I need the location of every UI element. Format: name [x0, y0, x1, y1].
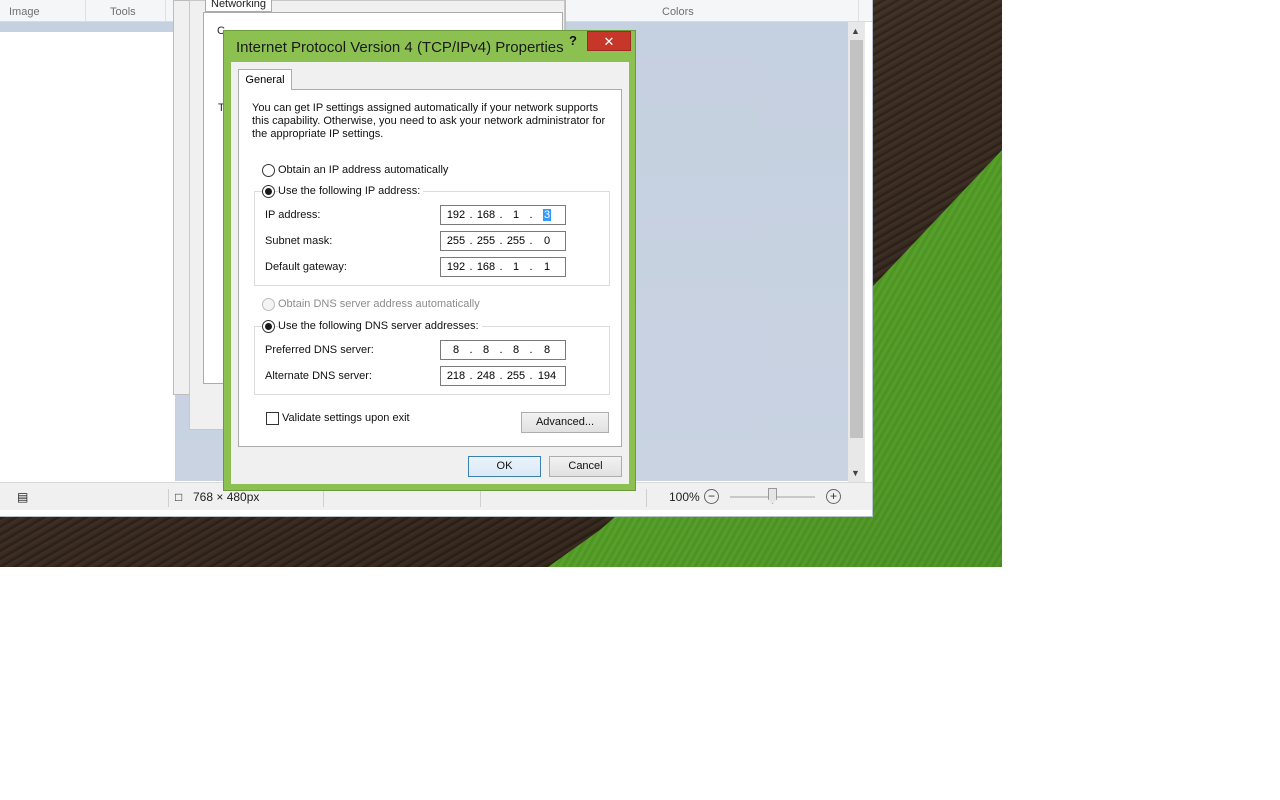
ip-manual-label[interactable]: Use the following IP address: — [278, 185, 424, 197]
octet-separator: . — [529, 261, 533, 273]
octet: 255 — [446, 235, 466, 247]
ribbon-group-image: Image — [9, 6, 40, 18]
octet-separator: . — [529, 209, 533, 221]
octet-separator: . — [499, 209, 503, 221]
octet: 255 — [506, 235, 526, 247]
octet-selected: 3 — [536, 209, 558, 221]
status-separator — [646, 489, 647, 507]
octet: 1 — [512, 261, 520, 273]
ok-button[interactable]: OK — [468, 456, 541, 477]
octet-separator: . — [529, 235, 533, 247]
zoom-level: 100% — [669, 490, 700, 504]
octet: 192 — [446, 261, 466, 273]
scroll-down-icon[interactable]: ▼ — [851, 468, 860, 478]
octet: 8 — [452, 344, 460, 356]
ipv4-properties-dialog: Internet Protocol Version 4 (TCP/IPv4) P… — [223, 30, 636, 491]
subnet-mask-field[interactable]: 255 . 255 . 255 . 0 — [440, 231, 566, 251]
ip-address-label: IP address: — [265, 209, 321, 221]
status-separator — [480, 489, 481, 507]
close-button[interactable]: ✕ — [587, 31, 631, 51]
dns-manual-radio[interactable] — [262, 320, 275, 333]
octet: 218 — [446, 370, 466, 382]
octet: 8 — [512, 344, 520, 356]
selected-octet-text: 3 — [542, 209, 552, 221]
advanced-button[interactable]: Advanced... — [521, 412, 609, 433]
octet-separator: . — [529, 344, 533, 356]
canvas-size-text: 768 × 480px — [193, 490, 260, 504]
subnet-mask-label: Subnet mask: — [265, 235, 333, 247]
octet-separator: . — [469, 209, 473, 221]
status-separator — [323, 489, 324, 507]
octet-separator: . — [469, 370, 473, 382]
octet-separator: . — [499, 344, 503, 356]
octet: 255 — [506, 370, 526, 382]
alternate-dns-label: Alternate DNS server: — [265, 370, 372, 382]
octet: 8 — [482, 344, 490, 356]
ip-address-field[interactable]: 192 . 168 . 1 . 3 — [440, 205, 566, 225]
default-gateway-label: Default gateway: — [265, 261, 347, 273]
vertical-scrollbar[interactable]: ▲ ▼ — [848, 22, 865, 482]
octet-separator: . — [469, 344, 473, 356]
ribbon-separator — [858, 0, 859, 22]
octet: 8 — [543, 344, 551, 356]
octet-separator: . — [499, 235, 503, 247]
ribbon-group-tools: Tools — [110, 6, 136, 18]
octet-separator: . — [499, 370, 503, 382]
dns-auto-radio[interactable] — [262, 298, 275, 311]
octet-separator: . — [469, 235, 473, 247]
scroll-up-icon[interactable]: ▲ — [851, 26, 860, 36]
tab-general[interactable]: General — [238, 69, 292, 90]
zoom-slider-thumb[interactable] — [768, 488, 777, 504]
intro-text: You can get IP settings assigned automat… — [252, 102, 606, 140]
alternate-dns-field[interactable]: 218 . 248 . 255 . 194 — [440, 366, 566, 386]
octet-separator: . — [499, 261, 503, 273]
canvas-size-icon: □ — [175, 490, 183, 504]
validate-checkbox[interactable] — [266, 412, 279, 425]
tab-networking[interactable]: Networking — [205, 0, 272, 12]
selection-icon: ▤ — [17, 490, 29, 504]
dialog-body: General You can get IP settings assigned… — [231, 62, 629, 484]
octet: 168 — [476, 209, 496, 221]
octet: 1 — [543, 261, 551, 273]
zoom-out-icon[interactable]: − — [704, 489, 719, 504]
validate-label[interactable]: Validate settings upon exit — [282, 412, 410, 424]
ip-manual-radio[interactable] — [262, 185, 275, 198]
status-separator — [168, 489, 169, 507]
octet-separator: . — [469, 261, 473, 273]
octet: 194 — [537, 370, 557, 382]
preferred-dns-field[interactable]: 8 . 8 . 8 . 8 — [440, 340, 566, 360]
cancel-button[interactable]: Cancel — [549, 456, 622, 477]
ip-auto-radio[interactable] — [262, 164, 275, 177]
octet: 248 — [476, 370, 496, 382]
dns-auto-label[interactable]: Obtain DNS server address automatically — [278, 298, 480, 310]
zoom-in-icon[interactable]: + — [826, 489, 841, 504]
octet: 255 — [476, 235, 496, 247]
ip-auto-label[interactable]: Obtain an IP address automatically — [278, 164, 448, 176]
default-gateway-field[interactable]: 192 . 168 . 1 . 1 — [440, 257, 566, 277]
help-icon[interactable]: ? — [564, 33, 582, 51]
preferred-dns-label: Preferred DNS server: — [265, 344, 374, 356]
ribbon-separator — [85, 0, 86, 22]
octet: 0 — [543, 235, 551, 247]
ribbon-group-colors: Colors — [662, 6, 694, 18]
dns-manual-label[interactable]: Use the following DNS server addresses: — [278, 320, 482, 332]
general-panel: You can get IP settings assigned automat… — [238, 89, 622, 447]
octet: 168 — [476, 261, 496, 273]
image-canvas[interactable] — [0, 28, 175, 481]
ribbon-separator — [165, 0, 166, 22]
octet: 192 — [446, 209, 466, 221]
octet: 1 — [512, 209, 520, 221]
scrollbar-thumb[interactable] — [850, 40, 863, 438]
dialog-title: Internet Protocol Version 4 (TCP/IPv4) P… — [236, 39, 564, 56]
octet-separator: . — [529, 370, 533, 382]
